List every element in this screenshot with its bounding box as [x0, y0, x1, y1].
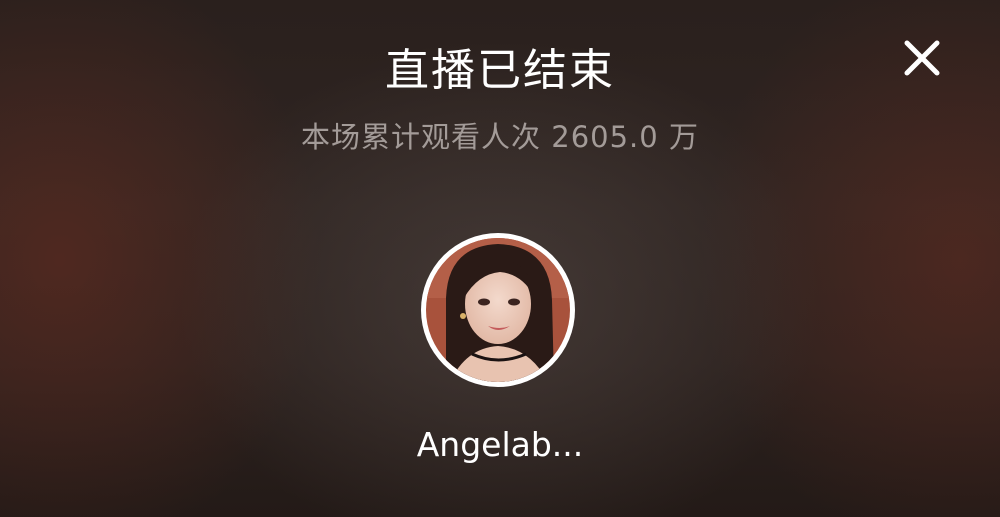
host-username[interactable]: Angelab...	[0, 425, 1000, 464]
host-avatar[interactable]	[421, 233, 575, 387]
avatar-image	[426, 238, 570, 382]
total-views-text: 本场累计观看人次 2605.0 万	[301, 120, 699, 154]
page-title: 直播已结束	[385, 45, 615, 96]
close-button[interactable]	[898, 34, 946, 82]
close-icon	[904, 40, 940, 76]
live-ended-screen: { "header": { "title": "直播已结束", "close_i…	[0, 0, 1000, 517]
